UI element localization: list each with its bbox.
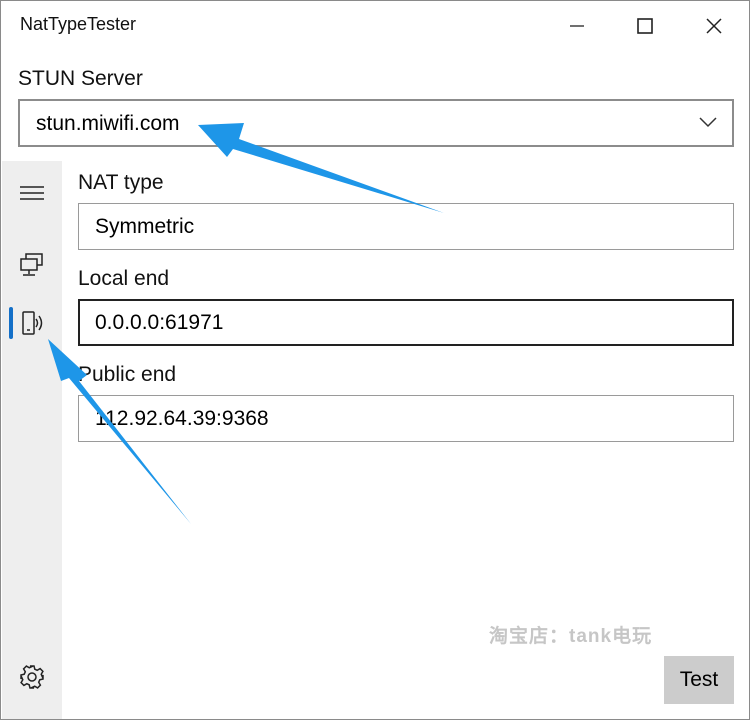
title-bar: NatTypeTester — [1, 1, 749, 51]
maximize-button[interactable] — [622, 1, 668, 51]
nat-type-value: Symmetric — [95, 215, 195, 238]
window-title: NatTypeTester — [20, 14, 137, 34]
stun-server-combobox[interactable]: stun.miwifi.com — [18, 99, 734, 147]
nav-item-rfc3489[interactable] — [2, 239, 62, 291]
public-end-label: Public end — [78, 363, 177, 386]
nat-type-field[interactable]: Symmetric — [78, 203, 734, 250]
minimize-button[interactable] — [554, 1, 600, 51]
gear-icon — [20, 665, 44, 689]
public-end-value: 112.92.64.39:9368 — [95, 407, 269, 430]
computer-network-icon — [20, 253, 43, 276]
public-end-field[interactable]: 112.92.64.39:9368 — [78, 395, 734, 442]
nav-item-rfc5780[interactable] — [2, 297, 62, 349]
minimize-icon — [570, 25, 584, 27]
local-end-label: Local end — [78, 267, 170, 290]
close-button[interactable] — [691, 1, 737, 51]
navigation-rail — [2, 161, 62, 719]
stun-server-label: STUN Server — [18, 67, 143, 90]
watermark-text: 淘宝店：tank电玩 — [489, 626, 653, 647]
chevron-down-icon — [699, 117, 717, 128]
local-end-value: 0.0.0.0:61971 — [95, 311, 224, 334]
hamburger-menu-icon — [20, 186, 44, 200]
local-end-field[interactable]: 0.0.0.0:61971 — [78, 299, 734, 346]
close-icon — [706, 18, 722, 34]
app-window: NatTypeTester STUN Server stun.miwifi.co… — [0, 0, 750, 720]
test-button[interactable]: Test — [664, 656, 734, 704]
nat-type-label: NAT type — [78, 171, 164, 194]
nav-menu-toggle[interactable] — [2, 167, 62, 219]
nav-item-settings[interactable] — [2, 651, 62, 703]
stun-server-value: stun.miwifi.com — [36, 112, 180, 135]
device-signal-icon — [22, 311, 43, 335]
maximize-icon — [637, 18, 653, 34]
